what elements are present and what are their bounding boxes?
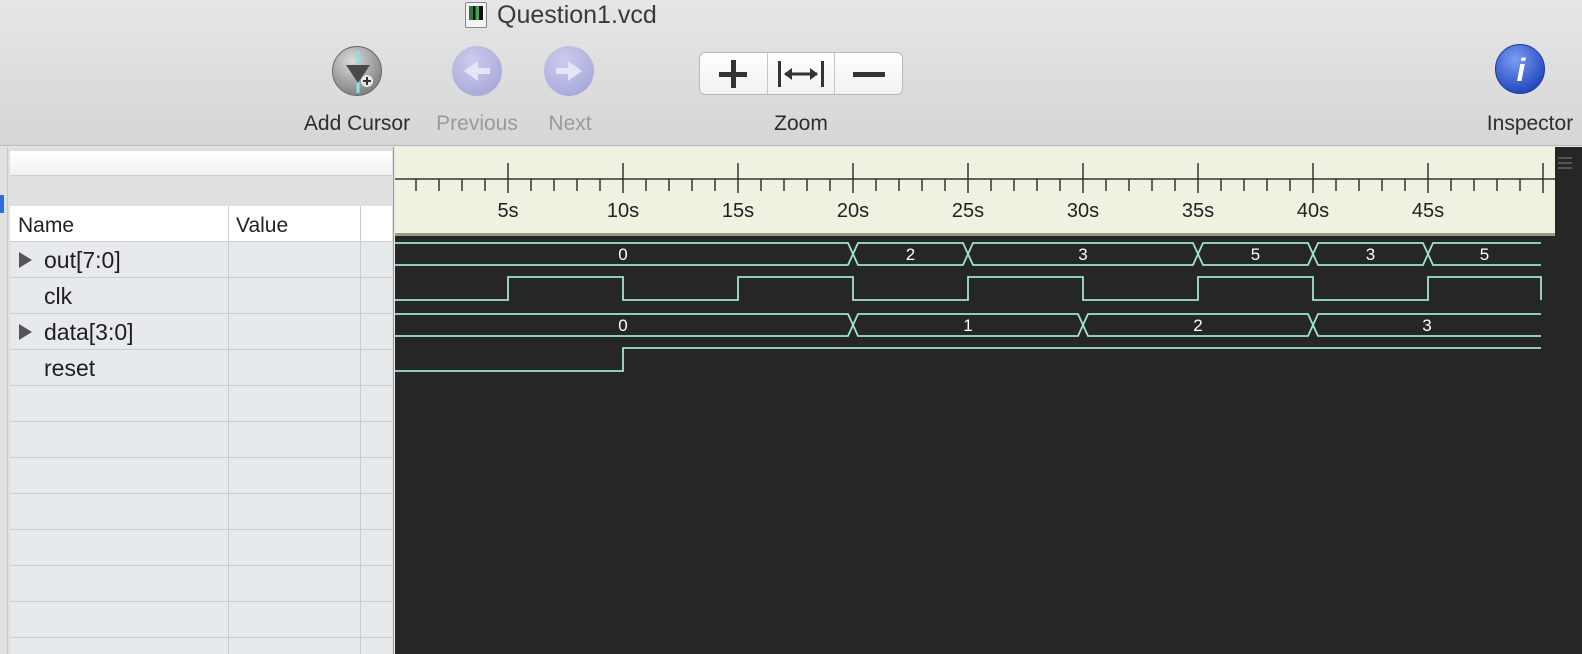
waveform-panel[interactable]: 5s 10s 15s 20s 25s 30s 35s 40s 45s 0 2 3 5 3 5 0 1 2 3: [395, 147, 1582, 654]
ruler-tick-label: 20s: [837, 200, 869, 222]
waveform-data[interactable]: 0 1 2 3: [395, 313, 1541, 337]
title-bar: Question1.vcd: [465, 0, 657, 30]
signal-name: data[3:0]: [44, 319, 134, 345]
signal-row-clk[interactable]: clk: [10, 278, 392, 314]
waveform-clk[interactable]: [395, 276, 1542, 301]
minus-icon: [852, 71, 885, 77]
signal-list-panel: Name Value out[7:0] clk data[3:0] reset: [0, 147, 394, 654]
next-button[interactable]: [544, 46, 594, 96]
bus-value-label: 2: [1193, 316, 1202, 335]
empty-row: [10, 602, 392, 638]
info-icon: i: [1517, 52, 1527, 88]
signal-name: reset: [44, 355, 96, 381]
table-header: Name Value: [10, 206, 392, 242]
signal-name: clk: [44, 283, 73, 309]
ruler-tick-label: 35s: [1182, 200, 1214, 222]
waveform-out[interactable]: 0 2 3 5 3 5: [395, 242, 1541, 266]
ruler-tick-label: 10s: [607, 200, 639, 222]
bus-value-label: 0: [618, 316, 627, 335]
filter-bar: [10, 151, 392, 176]
fit-width-icon: [778, 60, 824, 87]
empty-row: [10, 422, 392, 458]
signal-name: out[7:0]: [44, 247, 121, 273]
ruler-tick-label: 45s: [1412, 200, 1444, 222]
time-ruler[interactable]: 5s 10s 15s 20s 25s 30s 35s 40s 45s: [395, 147, 1555, 237]
bus-value-label: 5: [1251, 245, 1260, 264]
ruler-tick-label: 15s: [722, 200, 754, 222]
svg-text:i: i: [1517, 52, 1527, 88]
signal-row-reset[interactable]: reset: [10, 350, 392, 386]
bus-value-label: 3: [1422, 316, 1431, 335]
bus-value-label: 5: [1480, 245, 1489, 264]
window-title: Question1.vcd: [497, 0, 657, 29]
empty-row: [10, 530, 392, 566]
empty-row: [10, 566, 392, 602]
bus-value-label: 3: [1366, 245, 1375, 264]
next-arrow-icon: [556, 61, 582, 81]
bus-value-label: 0: [618, 245, 627, 264]
bus-value-label: 2: [906, 245, 915, 264]
empty-row: [10, 494, 392, 530]
disclosure-triangle-icon[interactable]: [19, 324, 32, 340]
bit-trace: [395, 347, 1541, 372]
bus-value-label: 1: [963, 316, 972, 335]
inspector-label: Inspector: [1486, 112, 1574, 135]
zoom-fit-button[interactable]: [768, 53, 836, 94]
ruler-tick-label: 40s: [1297, 200, 1329, 222]
zoom-label: Zoom: [774, 112, 828, 135]
name-column-header[interactable]: Name: [18, 214, 74, 238]
menu-icon[interactable]: [1556, 153, 1576, 173]
waveform-viewer-window: Question1.vcd Add Cursor Previous Next Z…: [0, 0, 1582, 654]
bit-trace: [395, 276, 1542, 301]
value-column-header[interactable]: Value: [236, 214, 288, 238]
vcd-file-icon: [465, 2, 487, 28]
empty-row: [10, 386, 392, 422]
bus-value-label: 3: [1078, 245, 1087, 264]
zoom-control: [699, 52, 903, 95]
previous-label: Previous: [436, 112, 518, 135]
waveform-reset[interactable]: [395, 347, 1541, 372]
signal-row-data[interactable]: data[3:0]: [10, 314, 392, 350]
disclosure-triangle-icon[interactable]: [19, 252, 32, 268]
ruler-tick-label: 30s: [1067, 200, 1099, 222]
add-cursor-label: Add Cursor: [303, 112, 411, 135]
next-label: Next: [548, 112, 592, 135]
signal-table: Name Value out[7:0] clk data[3:0] reset: [10, 206, 392, 654]
plus-icon: [719, 59, 748, 88]
add-cursor-button[interactable]: [332, 46, 382, 96]
selection-indicator: [0, 195, 4, 213]
waveform-canvas[interactable]: 0 2 3 5 3 5 0 1 2 3: [395, 237, 1582, 652]
zoom-in-button[interactable]: [700, 53, 768, 94]
empty-row: [10, 638, 392, 654]
ruler-tick-label: 5s: [497, 200, 518, 222]
ruler-tick-label: 25s: [952, 200, 984, 222]
add-cursor-icon: [346, 51, 373, 93]
empty-row: [10, 458, 392, 494]
previous-button[interactable]: [452, 46, 502, 96]
signal-row-out[interactable]: out[7:0]: [10, 242, 392, 278]
zoom-out-button[interactable]: [835, 53, 902, 94]
inspector-button[interactable]: i: [1495, 44, 1545, 94]
toolbar: Question1.vcd Add Cursor Previous Next Z…: [0, 0, 1582, 146]
previous-arrow-icon: [464, 61, 490, 81]
side-strip: [0, 147, 8, 654]
